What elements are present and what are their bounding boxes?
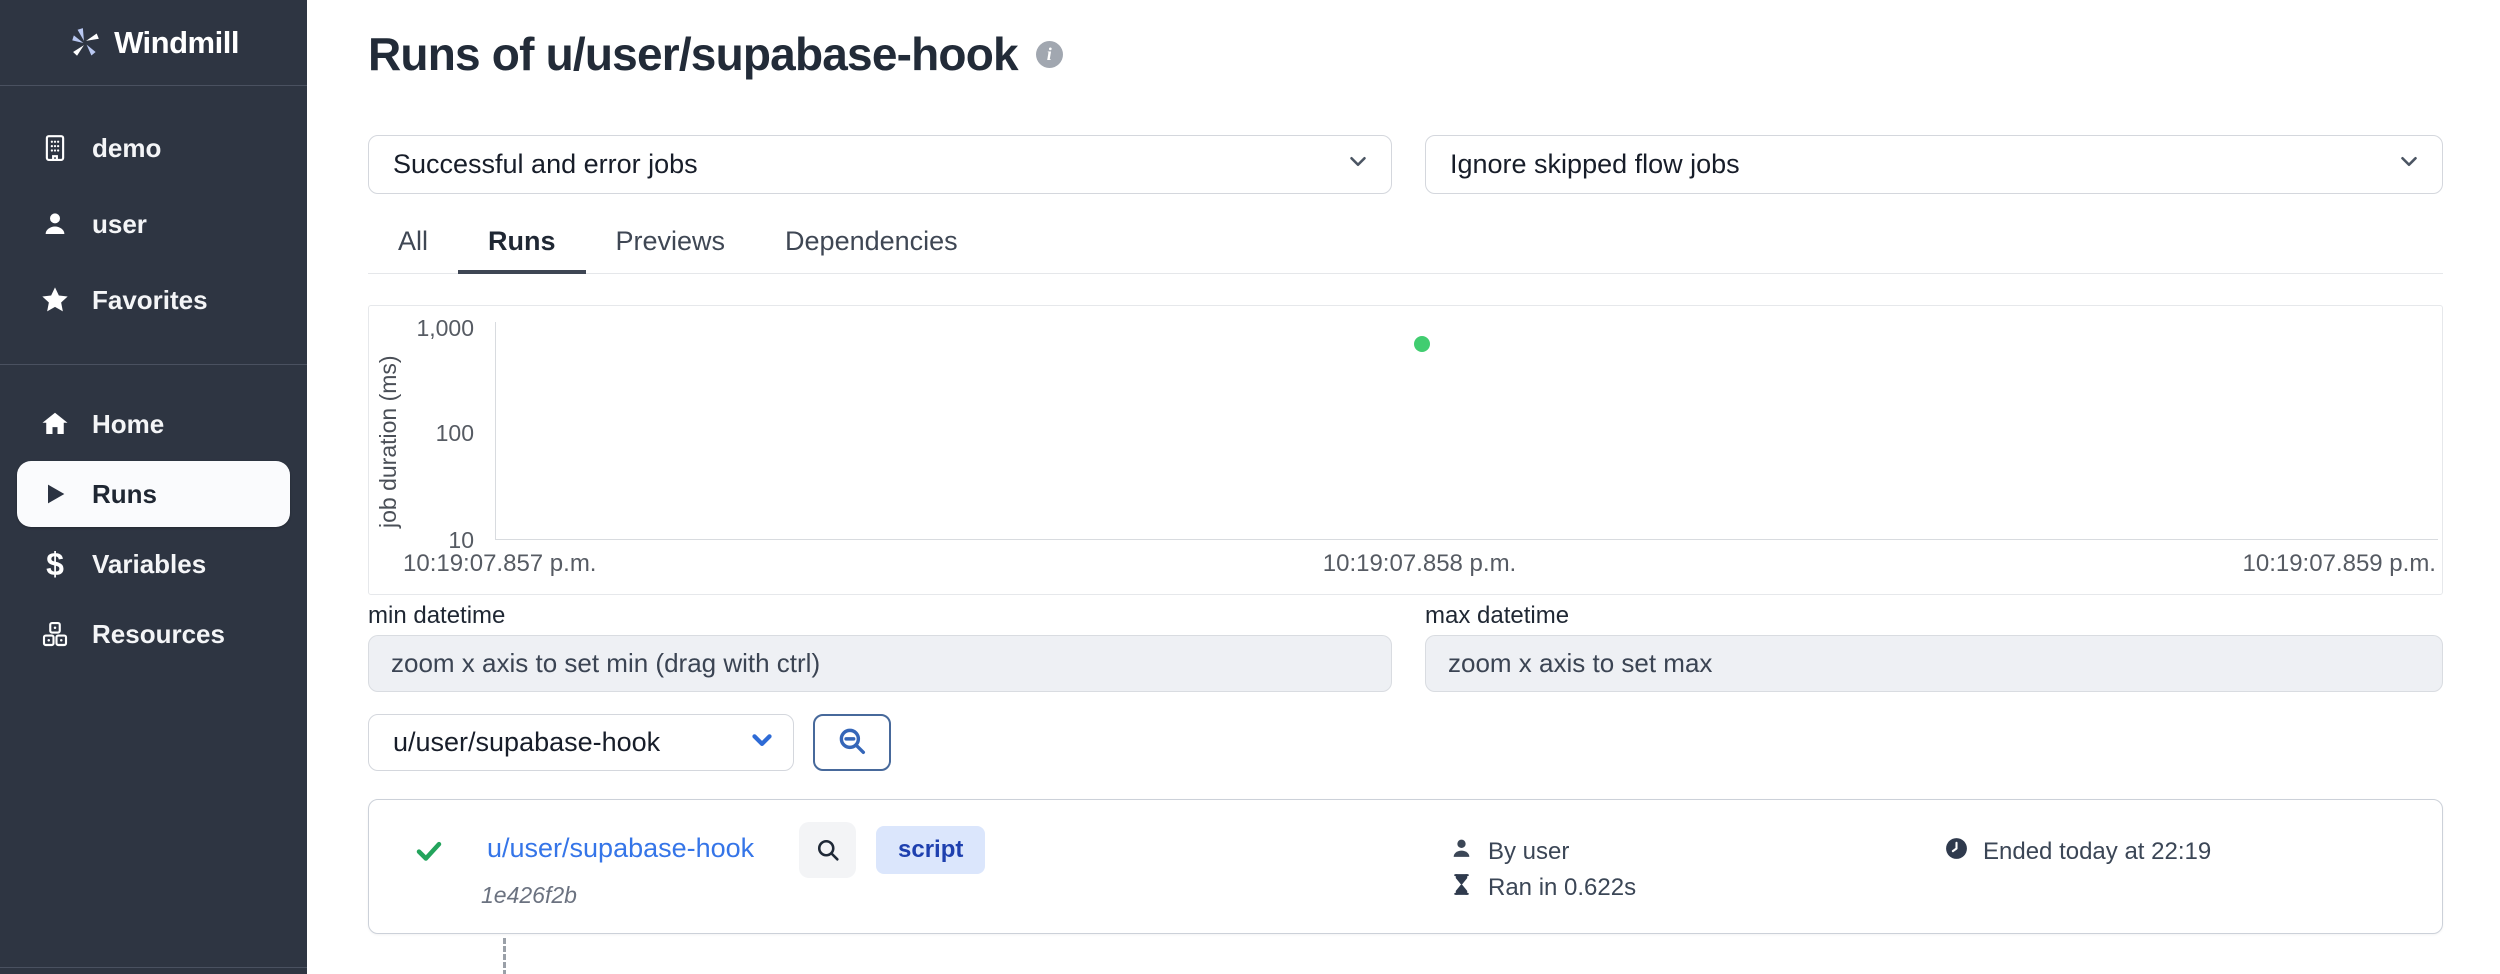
sidebar-item-user[interactable]: user: [0, 186, 307, 262]
home-icon: [38, 407, 72, 441]
favorites-label: Favorites: [92, 285, 208, 316]
script-search-button[interactable]: [813, 714, 891, 771]
logo[interactable]: Windmill: [0, 0, 307, 86]
y-tick: 1,000: [369, 315, 474, 342]
check-icon: [414, 836, 444, 871]
play-icon: [38, 477, 72, 511]
workspace-label: demo: [92, 133, 161, 164]
sidebar-item-favorites[interactable]: Favorites: [0, 262, 307, 338]
star-icon: [38, 283, 72, 317]
windmill-app: Windmill demo: [0, 0, 2500, 974]
script-path-value: u/user/supabase-hook: [393, 727, 660, 758]
tab-previews[interactable]: Previews: [586, 216, 756, 273]
tab-dependencies[interactable]: Dependencies: [755, 216, 988, 273]
max-datetime-input[interactable]: [1425, 635, 2443, 692]
chart-plot-area[interactable]: [495, 322, 2438, 540]
script-path-select[interactable]: u/user/supabase-hook: [368, 714, 794, 771]
x-tick: 10:19:07.858 p.m.: [1323, 550, 1516, 578]
sidebar-item-home[interactable]: Home: [0, 391, 290, 457]
max-datetime-label: max datetime: [1425, 602, 2443, 630]
main-content: Runs of u/user/supabase-hook i Successfu…: [307, 0, 2500, 974]
flow-jobs-value: Ignore skipped flow jobs: [1450, 149, 1740, 180]
run-path-link[interactable]: u/user/supabase-hook: [487, 833, 754, 864]
min-datetime-label: min datetime: [368, 602, 1392, 630]
sidebar-item-resources[interactable]: Resources: [0, 601, 290, 667]
min-datetime-input[interactable]: [368, 635, 1392, 692]
run-data-point[interactable]: [1414, 336, 1430, 352]
nav-label: Resources: [92, 619, 225, 650]
page-title: Runs of u/user/supabase-hook: [368, 27, 1018, 81]
sidebar-item-variables[interactable]: $ Variables: [0, 531, 290, 597]
run-row[interactable]: u/user/supabase-hook script 1e426f2b By …: [368, 799, 2443, 934]
run-search-chip[interactable]: [799, 822, 856, 878]
job-kind-badge: script: [876, 826, 985, 874]
run-by: By user: [1488, 838, 1569, 866]
sidebar-item-runs[interactable]: Runs: [17, 461, 290, 527]
windmill-logo-icon: [68, 26, 102, 60]
nav-label: Runs: [92, 479, 157, 510]
sidebar-bottom-divider: [0, 967, 307, 968]
jobs-tabs: All Runs Previews Dependencies: [368, 202, 2443, 274]
job-status-select[interactable]: Successful and error jobs: [368, 135, 1392, 194]
flow-jobs-select[interactable]: Ignore skipped flow jobs: [1425, 135, 2443, 194]
chevron-down-icon: [1345, 148, 1371, 181]
person-icon: [1449, 836, 1474, 868]
chevron-down-icon: [747, 724, 777, 761]
hourglass-icon: [1449, 872, 1474, 904]
timeline-dashed-tick: [503, 938, 506, 974]
app-title: Windmill: [114, 25, 239, 61]
run-duration: Ran in 0.622s: [1488, 874, 1636, 902]
duration-chart[interactable]: job duration (ms) 1,000 100 10 10:19:07.…: [368, 305, 2443, 595]
chevron-down-icon: [2396, 148, 2422, 181]
info-icon[interactable]: i: [1036, 41, 1063, 68]
job-status-value: Successful and error jobs: [393, 149, 698, 180]
nav-label: Home: [92, 409, 164, 440]
zoom-search-icon: [835, 724, 869, 761]
x-tick: 10:19:07.859 p.m.: [2243, 550, 2436, 578]
cubes-icon: [38, 617, 72, 651]
sidebar-nav: Home Runs $ Variables: [0, 365, 307, 667]
nav-label: Variables: [92, 549, 206, 580]
tab-all[interactable]: All: [368, 216, 458, 273]
user-label: user: [92, 209, 147, 240]
clock-icon: [1944, 836, 1969, 868]
sidebar-item-workspace[interactable]: demo: [0, 110, 307, 186]
tab-runs[interactable]: Runs: [458, 216, 586, 273]
run-ended: Ended today at 22:19: [1983, 838, 2211, 866]
run-id: 1e426f2b: [481, 882, 577, 909]
chart-x-ticks: 10:19:07.857 p.m. 10:19:07.858 p.m. 10:1…: [403, 550, 2436, 578]
building-icon: [38, 131, 72, 165]
y-tick: 100: [369, 420, 474, 447]
dollar-icon: $: [38, 547, 72, 581]
sidebar: Windmill demo: [0, 0, 307, 974]
x-tick: 10:19:07.857 p.m.: [403, 550, 596, 578]
user-icon: [38, 207, 72, 241]
